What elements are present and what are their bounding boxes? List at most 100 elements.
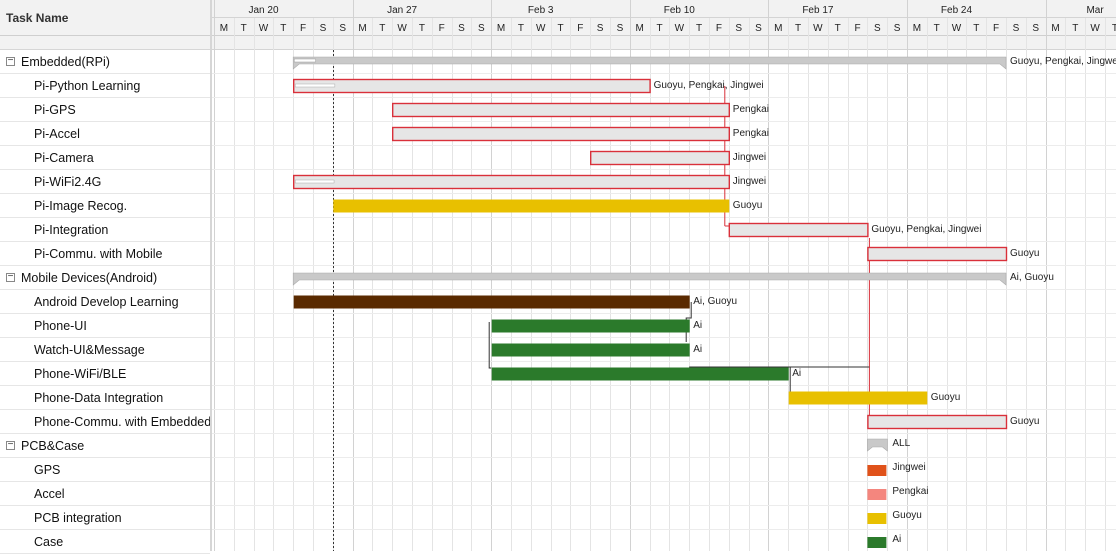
day-letter: S: [1013, 23, 1020, 34]
day-letter: W: [813, 23, 823, 34]
day-letter: M: [358, 23, 366, 34]
day-letter: T: [973, 23, 979, 34]
day-letter: S: [339, 23, 346, 34]
day-letter: S: [894, 23, 901, 34]
task-bar[interactable]: [788, 391, 928, 405]
legend-swatch: [867, 489, 887, 500]
task-name: GPS: [34, 463, 61, 477]
task-row[interactable]: Android Develop Learning: [0, 290, 210, 314]
task-row[interactable]: Pi-Python Learning: [0, 74, 210, 98]
day-letter: M: [497, 23, 505, 34]
task-row[interactable]: Phone-UI: [0, 314, 210, 338]
task-name: Phone-UI: [34, 319, 87, 333]
collapse-toggle-icon[interactable]: −: [6, 56, 15, 66]
task-bar[interactable]: [867, 246, 1008, 262]
day-letter: T: [835, 23, 841, 34]
task-bar[interactable]: [867, 414, 1008, 430]
task-bar[interactable]: [391, 126, 731, 142]
day-letter: M: [774, 23, 782, 34]
task-row[interactable]: Watch-UI&Message: [0, 338, 210, 362]
task-name: Pi-Integration: [34, 223, 109, 237]
day-letter: W: [952, 23, 962, 34]
day-letter: T: [696, 23, 702, 34]
task-row[interactable]: Pi-WiFi2.4G: [0, 170, 210, 194]
task-name: Mobile Devices(Android): [21, 271, 158, 285]
day-letter: S: [478, 23, 485, 34]
legend-swatch: [867, 537, 887, 548]
legend-swatch: [867, 465, 887, 476]
task-row[interactable]: PCB integration: [0, 506, 210, 530]
day-letter: F: [716, 23, 722, 34]
gantt-canvas: MTWTFSSMTWTFSSMTWTFSSMTWTFSSMTWTFSSMTWTF…: [212, 0, 1116, 551]
day-letter: F: [993, 23, 999, 34]
gantt-chart-area: MTWTFSSMTWTFSSMTWTFSSMTWTFSSMTWTFSSMTWTF…: [212, 0, 1116, 551]
week-label: Feb 24: [941, 5, 973, 16]
day-letter: T: [379, 23, 385, 34]
progress-fill: [294, 179, 335, 184]
task-row[interactable]: Phone-WiFi/BLE: [0, 362, 210, 386]
week-label: Mar: [1086, 5, 1104, 16]
task-row[interactable]: Pi-Accel: [0, 122, 210, 146]
task-bar[interactable]: [491, 343, 690, 357]
task-bar[interactable]: [333, 199, 730, 213]
task-row[interactable]: Case: [0, 530, 210, 554]
resource-label: Ai: [792, 368, 801, 379]
legend-label: Pengkai: [892, 486, 928, 497]
task-bar[interactable]: [590, 150, 731, 166]
week-label: Jan 20: [248, 5, 278, 16]
task-row[interactable]: Pi-Commu. with Mobile: [0, 242, 210, 266]
task-bar[interactable]: [391, 102, 731, 118]
task-bar[interactable]: [491, 367, 789, 381]
resource-label: Guoyu: [733, 200, 762, 211]
task-name: Pi-Commu. with Mobile: [34, 247, 163, 261]
task-row[interactable]: Pi-Image Recog.: [0, 194, 210, 218]
task-bar[interactable]: [292, 174, 731, 190]
task-row[interactable]: Phone-Data Integration: [0, 386, 210, 410]
task-name-header[interactable]: Task Name: [0, 0, 210, 36]
day-letter: T: [557, 23, 563, 34]
summary-bar[interactable]: [292, 272, 1007, 286]
resource-label: Pengkai: [733, 104, 769, 115]
summary-bar[interactable]: [292, 56, 1007, 70]
day-letter: T: [280, 23, 286, 34]
day-letter: T: [518, 23, 524, 34]
resource-label: Guoyu: [1010, 416, 1039, 427]
timeline-subheader: [212, 36, 1116, 50]
task-group-row[interactable]: − Mobile Devices(Android): [0, 266, 210, 290]
task-row[interactable]: Pi-GPS: [0, 98, 210, 122]
task-name: Pi-WiFi2.4G: [34, 175, 102, 189]
task-name-header-label: Task Name: [6, 11, 69, 25]
day-letter: W: [397, 23, 407, 34]
collapse-toggle-icon[interactable]: −: [6, 440, 15, 450]
task-name: Embedded(RPi): [21, 55, 110, 69]
task-row[interactable]: Accel: [0, 482, 210, 506]
legend-label: Ai: [892, 534, 901, 545]
progress-fill: [293, 58, 316, 63]
resource-label: Guoyu, Pengkai, Jingwei: [1010, 56, 1116, 67]
task-name: Pi-GPS: [34, 103, 76, 117]
collapse-toggle-icon[interactable]: −: [6, 272, 15, 282]
task-name: Pi-Camera: [34, 151, 94, 165]
task-group-row[interactable]: − Embedded(RPi): [0, 50, 210, 74]
task-row[interactable]: GPS: [0, 458, 210, 482]
resource-label: Ai, Guoyu: [693, 296, 737, 307]
day-letter: S: [617, 23, 624, 34]
task-name: PCB integration: [34, 511, 122, 525]
task-bar[interactable]: [293, 295, 690, 309]
task-row[interactable]: Phone-Commu. with Embedded: [0, 410, 211, 434]
task-bar[interactable]: [728, 222, 869, 238]
resource-label: Jingwei: [733, 176, 766, 187]
task-group-row[interactable]: − PCB&Case: [0, 434, 210, 458]
task-row[interactable]: Pi-Camera: [0, 146, 210, 170]
task-name: Phone-WiFi/BLE: [34, 367, 127, 381]
resource-label: Ai, Guoyu: [1010, 272, 1054, 283]
day-letter: F: [577, 23, 583, 34]
task-name: Case: [34, 535, 64, 549]
legend-summary-swatch: [867, 438, 888, 452]
task-bar[interactable]: [491, 319, 690, 333]
legend-label: Jingwei: [892, 462, 925, 473]
task-row[interactable]: Pi-Integration: [0, 218, 210, 242]
task-name: PCB&Case: [21, 439, 85, 453]
task-bar[interactable]: [292, 78, 651, 94]
day-letter: T: [1112, 23, 1116, 34]
